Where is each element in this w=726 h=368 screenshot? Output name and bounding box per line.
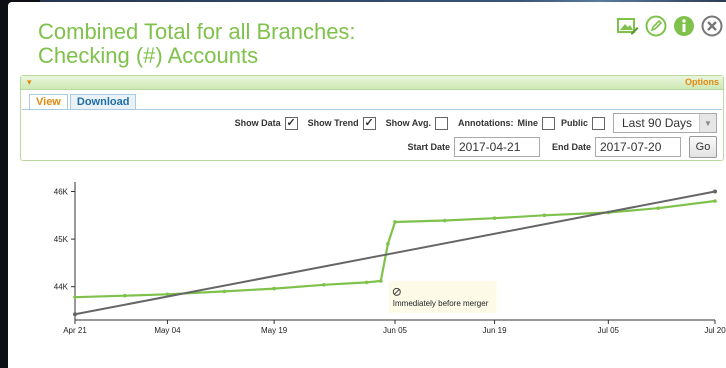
display-controls: Show Data ✓ Show Trend ✓ Show Avg. Annot… <box>235 113 717 133</box>
image-edit-icon[interactable] <box>616 14 640 38</box>
data-point <box>386 242 390 246</box>
info-icon[interactable] <box>672 14 696 38</box>
data-point <box>272 286 276 291</box>
show-data-checkbox[interactable]: ✓ <box>284 116 298 130</box>
range-select[interactable]: Last 90 Days ▼ <box>613 113 717 133</box>
data-point <box>322 282 326 287</box>
data-point <box>222 289 227 294</box>
mine-label: Mine <box>517 118 538 128</box>
data-point <box>378 279 383 283</box>
data-point <box>364 280 369 285</box>
close-icon[interactable] <box>700 14 724 38</box>
trend-point <box>73 312 77 317</box>
data-point <box>73 295 77 299</box>
tab-bar: View Download <box>29 94 137 110</box>
data-point <box>492 216 497 220</box>
x-tick-label: Jun 19 <box>483 326 508 335</box>
y-tick-label: 44K <box>54 283 69 292</box>
chevron-down-icon[interactable]: ▼ <box>699 114 716 132</box>
go-button[interactable]: Go <box>689 136 717 158</box>
page-title: Combined Total for all Branches: Checkin… <box>38 20 558 68</box>
trend-point <box>713 189 717 194</box>
start-date-field[interactable]: 2017-04-21 <box>453 137 540 157</box>
data-point <box>656 206 660 210</box>
end-date-field[interactable]: 2017-07-20 <box>595 137 681 157</box>
collapse-arrow-icon[interactable]: ▾ <box>27 76 32 89</box>
data-point <box>713 199 717 203</box>
show-data-label: Show Data <box>234 118 281 128</box>
x-tick-label: Jul 20 <box>704 326 726 335</box>
title-line-1: Combined Total for all Branches: <box>38 19 356 44</box>
x-tick-label: May 04 <box>154 326 181 335</box>
tab-divider <box>22 109 722 110</box>
show-trend-label: Show Trend <box>307 118 359 128</box>
options-link[interactable]: Options <box>685 76 719 89</box>
y-tick-label: 46K <box>54 188 69 197</box>
data-point <box>542 213 547 218</box>
annotation-box <box>388 280 497 313</box>
public-checkbox[interactable] <box>592 116 605 130</box>
x-tick-label: Jul 05 <box>598 326 620 335</box>
y-tick-label: 45K <box>54 235 69 244</box>
title-line-2: Checking (#) Accounts <box>38 43 259 68</box>
annotations-label: Annotations: <box>457 118 514 128</box>
data-point <box>122 293 127 298</box>
data-point <box>442 218 447 223</box>
x-tick-label: Jun 05 <box>383 326 408 335</box>
range-select-value: Last 90 Days <box>622 116 693 130</box>
chart-dialog: Combined Total for all Branches: Checkin… <box>8 2 726 368</box>
date-controls: Start Date 2017-04-21 End Date 2017-07-2… <box>407 136 717 158</box>
show-avg-checkbox[interactable] <box>434 116 448 130</box>
header-actions <box>616 14 724 38</box>
tab-view[interactable]: View <box>29 94 68 110</box>
chart-area: 44K 45K 46K Apr 21 May 04 May 19 Jun 05 Jun 19 J… <box>30 172 726 362</box>
mine-checkbox[interactable] <box>541 116 555 130</box>
data-point <box>393 220 397 224</box>
public-label: Public <box>560 118 588 128</box>
panel-collapse-bar[interactable]: ▾ Options <box>21 76 723 90</box>
line-chart: 44K 45K 46K Apr 21 May 04 May 19 Jun 05 Jun 19 J… <box>54 182 726 335</box>
start-date-label: Start Date <box>407 142 450 152</box>
show-avg-label: Show Avg. <box>385 118 431 128</box>
annotation-text: Immediately before merger <box>393 299 489 308</box>
options-panel: ▾ Options View Download Show Data ✓ Show… <box>20 75 724 161</box>
x-tick-label: Apr 21 <box>63 326 87 335</box>
x-tick-label: May 19 <box>261 326 288 335</box>
pencil-icon[interactable] <box>644 14 668 38</box>
tab-download[interactable]: Download <box>69 94 137 110</box>
end-date-label: End Date <box>551 142 591 152</box>
show-trend-checkbox[interactable]: ✓ <box>362 116 376 130</box>
